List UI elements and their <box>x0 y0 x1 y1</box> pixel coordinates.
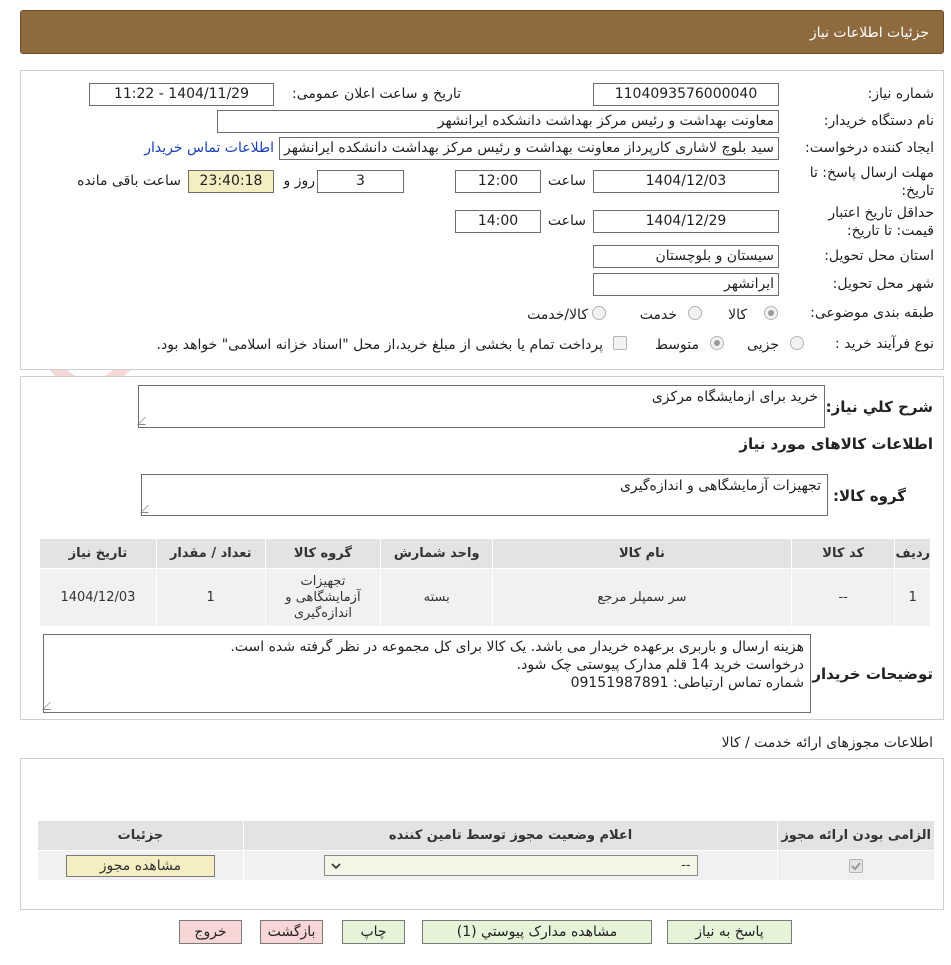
permit-required-checkbox <box>849 858 864 873</box>
goods-group-box: تجهیزات آزمایشگاهی و اندازه‌گیری <box>140 474 828 516</box>
province-label: استان محل تحویل: <box>824 248 934 264</box>
need-description-text: خرید برای ازمایشگاه مرکزی <box>651 389 818 405</box>
table-row[interactable]: 1 -- سر سمپلر مرجع بسته تجهیزات آزمایشگا… <box>39 568 931 627</box>
need-description-label: شرح کلي نياز: <box>825 398 933 416</box>
exit-button[interactable]: خروج <box>179 920 242 944</box>
city-field: ایرانشهر <box>593 273 779 296</box>
cell-permit-required <box>777 850 935 881</box>
cell-date: 1404/12/03 <box>39 568 157 627</box>
days-field: 3 <box>317 170 404 193</box>
cell-permit-details: مشاهده مجوز <box>37 850 244 881</box>
process-option-medium: متوسط <box>655 337 699 353</box>
process-radio-medium[interactable] <box>710 336 724 350</box>
buyer-notes-line-2: درخواست خرید 14 قلم مدارک پیوستی چک شود. <box>516 657 804 673</box>
announce-label: تاریخ و ساعت اعلان عمومی: <box>292 86 461 102</box>
check-icon <box>851 861 861 870</box>
col-group: گروه کالا <box>264 538 382 569</box>
buyer-notes-box: هزینه ارسال و باربری برعهده خریدار می با… <box>42 634 811 713</box>
validity-label-2: قیمت: تا تاریخ: <box>846 223 934 239</box>
validity-time-label: ساعت <box>547 213 586 229</box>
col-unit: واحد شمارش <box>380 538 494 569</box>
category-option-goods-service: کالا/خدمت <box>527 307 588 323</box>
buyer-notes-label: توضیحات خریدار: <box>806 665 933 683</box>
view-attachments-button[interactable]: مشاهده مدارک پیوستي (1) <box>422 920 652 944</box>
process-option-minor: جزیی <box>747 337 779 353</box>
view-permit-button[interactable]: مشاهده مجوز <box>65 854 215 877</box>
goods-table: ردیف کد کالا نام کالا واحد شمارش گروه کا… <box>39 538 931 627</box>
category-label: طبقه بندی موضوعی: <box>810 305 934 321</box>
cell-unit: بسته <box>380 568 494 627</box>
col-row: ردیف <box>894 538 931 569</box>
resize-handle-icon[interactable] <box>137 417 153 425</box>
announce-field: 1404/11/29 - 11:22 <box>89 83 274 106</box>
chevron-down-icon <box>331 863 341 870</box>
requester-field: سید بلوچ لاشاری کارپرداز معاونت بهداشت و… <box>279 137 779 160</box>
cell-row: 1 <box>894 568 931 627</box>
buyer-org-field: معاونت بهداشت و رئیس مرکز بهداشت دانشکده… <box>217 110 779 133</box>
deadline-time-field: 12:00 <box>455 170 541 193</box>
cell-qty: 1 <box>155 568 266 627</box>
goods-group-text: تجهیزات آزمایشگاهی و اندازه‌گیری <box>619 478 821 494</box>
permits-table-header: الزامی بودن ارائه مجوز اعلام وضعیت مجوز … <box>37 820 935 851</box>
resize-handle-icon[interactable] <box>42 702 58 710</box>
page-title: جزئیات اطلاعات نیاز <box>809 25 929 41</box>
permits-title: اطلاعات مجوزهای ارائه خدمت / کالا <box>721 735 933 751</box>
goods-info-title: اطلاعات کالاهای مورد نیاز <box>739 435 933 453</box>
category-option-service: خدمت <box>639 307 677 323</box>
category-radio-service[interactable] <box>688 306 702 320</box>
deadline-date-field: 1404/12/03 <box>593 170 779 193</box>
need-number-field: 1104093576000040 <box>593 83 779 106</box>
province-field: سیستان و بلوچستان <box>593 245 779 268</box>
category-option-goods: کالا <box>728 307 747 323</box>
goods-table-header: ردیف کد کالا نام کالا واحد شمارش گروه کا… <box>39 538 931 569</box>
treasury-payment-note: پرداخت تمام یا بخشی از مبلغ خرید،از محل … <box>156 337 603 353</box>
col-permit-required: الزامی بودن ارائه مجوز <box>777 820 935 851</box>
permits-table: الزامی بودن ارائه مجوز اعلام وضعیت مجوز … <box>37 820 935 881</box>
process-label: نوع فرآیند خرید : <box>835 336 934 352</box>
cell-name: سر سمپلر مرجع <box>492 568 792 627</box>
col-date: تاریخ نیاز <box>39 538 157 569</box>
need-description-box: خرید برای ازمایشگاه مرکزی <box>137 385 825 428</box>
process-radio-minor[interactable] <box>790 336 804 350</box>
validity-time-field: 14:00 <box>455 210 541 233</box>
table-row: -- مشاهده مجوز <box>37 850 935 881</box>
cell-code: -- <box>790 568 896 627</box>
treasury-payment-checkbox[interactable] <box>613 336 627 350</box>
goods-group-label: گروه کالا: <box>833 487 906 505</box>
col-permit-status: اعلام وضعیت مجوز توسط تامین کننده <box>242 820 779 851</box>
deadline-label-1: مهلت ارسال پاسخ: تا <box>809 165 934 181</box>
buyer-org-label: نام دستگاه خریدار: <box>823 113 934 129</box>
permit-status-value: -- <box>681 858 691 873</box>
col-permit-details: جزئیات <box>37 820 244 851</box>
resize-handle-icon[interactable] <box>140 505 156 513</box>
deadline-label-2: تاریخ: <box>901 183 934 199</box>
buyer-notes-line-1: هزینه ارسال و باربری برعهده خریدار می با… <box>230 639 804 655</box>
col-qty: تعداد / مقدار <box>155 538 266 569</box>
print-button[interactable]: چاپ <box>342 920 405 944</box>
remaining-label: ساعت باقی مانده <box>77 173 181 189</box>
category-radio-goods[interactable] <box>764 306 778 320</box>
col-name: نام کالا <box>492 538 792 569</box>
remaining-time-field: 23:40:18 <box>188 170 274 193</box>
permit-status-select[interactable]: -- <box>323 855 698 876</box>
buyer-notes-line-3: شماره تماس ارتباطی: 09151987891 <box>570 675 804 691</box>
days-label: روز و <box>283 173 316 189</box>
deadline-time-label: ساعت <box>547 173 586 189</box>
col-code: کد کالا <box>790 538 896 569</box>
cell-permit-status: -- <box>242 850 779 881</box>
city-label: شهر محل تحویل: <box>832 276 934 292</box>
category-radio-goods-service[interactable] <box>592 306 606 320</box>
validity-date-field: 1404/12/29 <box>593 210 779 233</box>
cell-group: تجهیزات آزمایشگاهی و اندازه‌گیری <box>264 568 382 627</box>
reply-to-need-button[interactable]: پاسخ به نیاز <box>667 920 792 944</box>
validity-label-1: حداقل تاریخ اعتبار <box>828 205 934 221</box>
need-number-label: شماره نیاز: <box>867 86 935 102</box>
buyer-contact-link[interactable]: اطلاعات تماس خریدار <box>144 140 274 156</box>
requester-label: ایجاد کننده درخواست: <box>805 140 934 156</box>
back-button[interactable]: بازگشت <box>260 920 323 944</box>
page-header: جزئیات اطلاعات نیاز <box>20 10 944 54</box>
